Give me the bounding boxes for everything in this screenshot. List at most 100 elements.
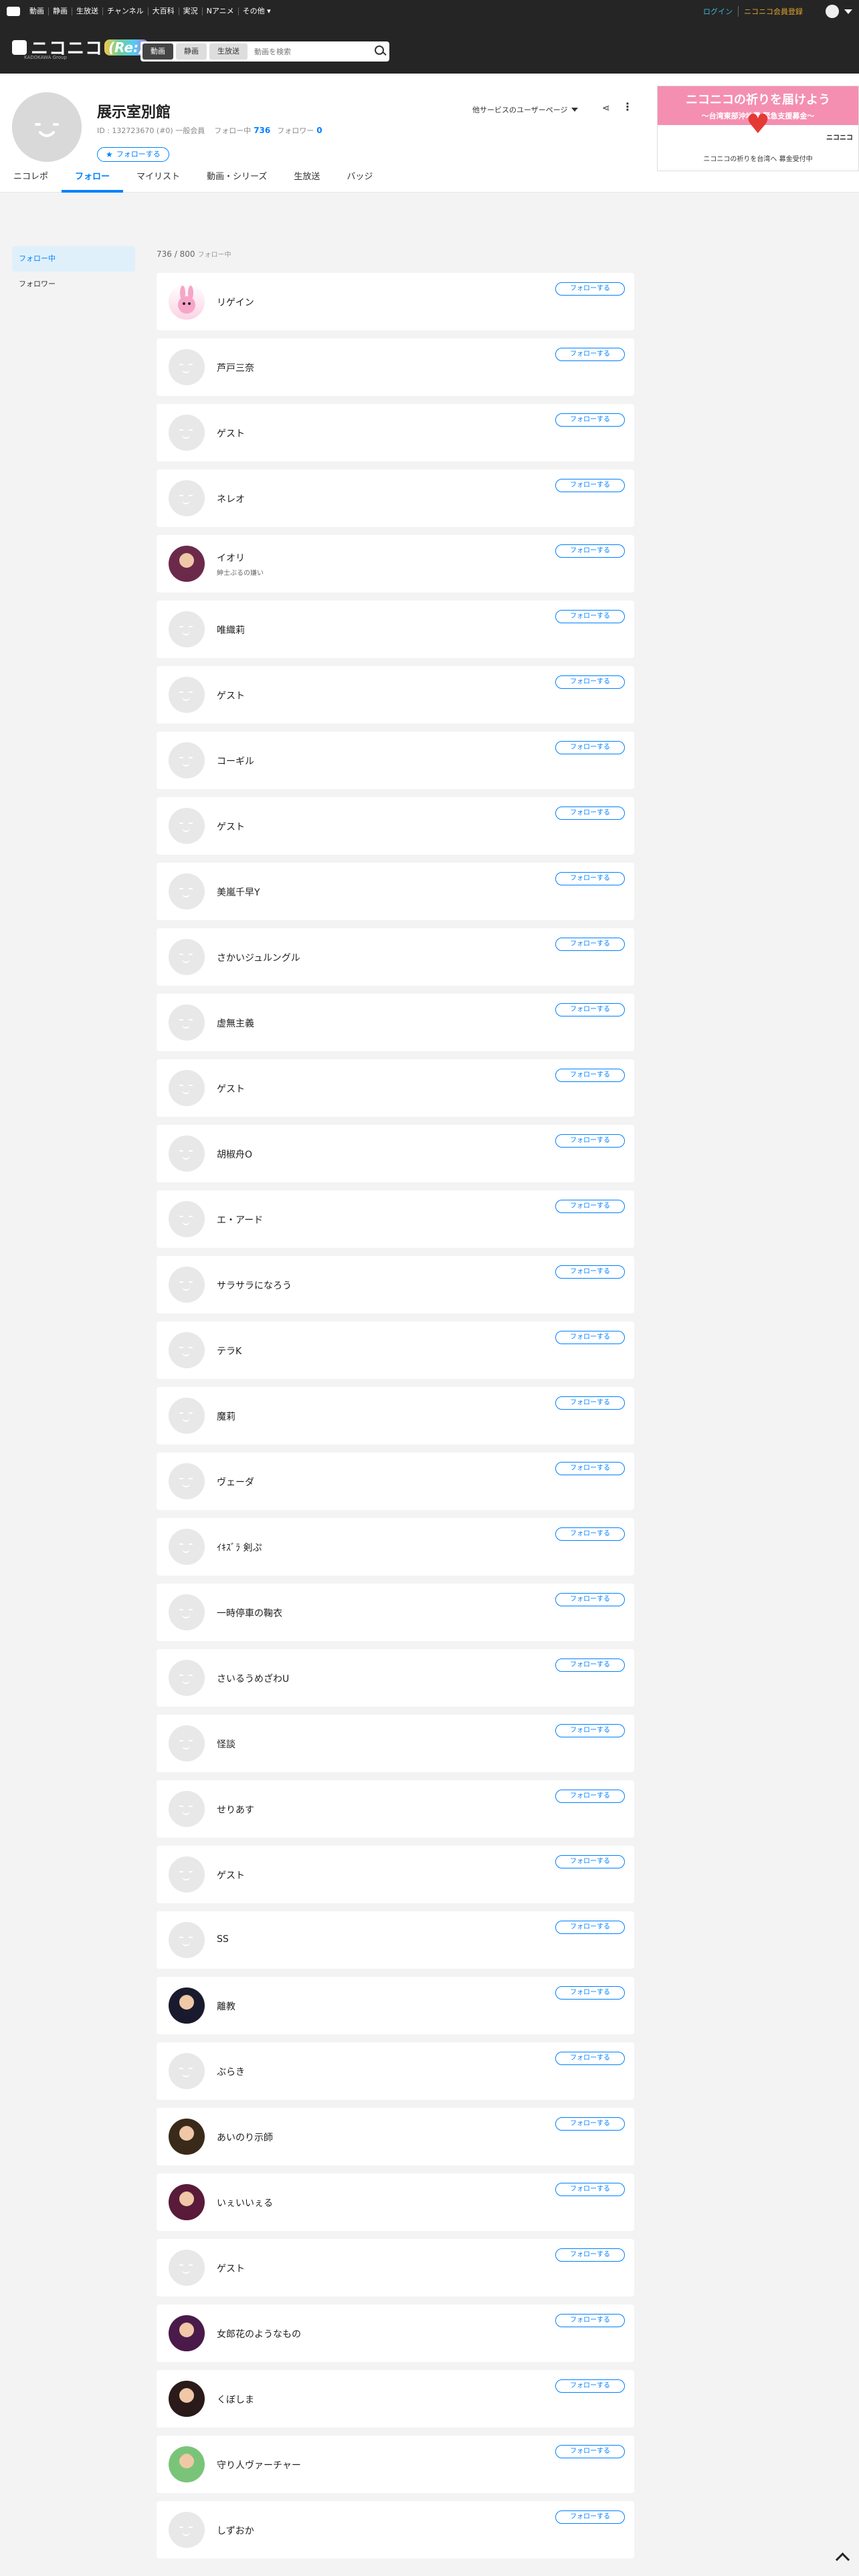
follow-button[interactable]: フォローする xyxy=(555,2248,625,2262)
follow-button[interactable]: フォローする xyxy=(555,2183,625,2196)
list-item[interactable]: 虚無主義 フォローする xyxy=(157,994,634,1051)
list-item[interactable]: あいのり示師 フォローする xyxy=(157,2108,634,2165)
user-name-link[interactable]: 唯織莉 xyxy=(217,623,245,637)
user-name-link[interactable]: ネレオ xyxy=(217,492,245,506)
following-label[interactable]: フォロー中 xyxy=(214,125,251,136)
tab-videos-series[interactable]: 動画・シリーズ xyxy=(193,169,280,193)
search-tab-live[interactable]: 生放送 xyxy=(209,43,248,60)
list-item[interactable]: ｲｷｽﾞﾗ 剣ぷ フォローする xyxy=(157,1518,634,1576)
user-name-link[interactable]: 離教 xyxy=(217,2000,235,2013)
user-avatar[interactable] xyxy=(169,611,205,647)
niconico-tv-icon[interactable] xyxy=(7,7,20,16)
topnav-item[interactable]: 動画 xyxy=(25,7,48,15)
list-item[interactable]: さかいジュルングル フォローする xyxy=(157,928,634,986)
topnav-item[interactable]: チャンネル xyxy=(102,7,148,15)
tab-follow[interactable]: フォロー xyxy=(62,169,124,193)
follow-button[interactable]: フォローする xyxy=(555,741,625,754)
follow-button[interactable]: フォローする xyxy=(555,1003,625,1016)
follow-button[interactable]: フォローする xyxy=(555,1527,625,1541)
list-item[interactable]: 魔莉 フォローする xyxy=(157,1387,634,1444)
user-avatar[interactable] xyxy=(169,742,205,778)
list-item[interactable]: ゲスト フォローする xyxy=(157,1059,634,1117)
user-name-link[interactable]: しずおか xyxy=(217,2524,254,2537)
user-avatar[interactable] xyxy=(169,480,205,516)
user-avatar[interactable] xyxy=(169,1988,205,2024)
search-tab-image[interactable]: 静画 xyxy=(176,43,207,60)
user-avatar[interactable] xyxy=(169,2119,205,2155)
user-name-link[interactable]: あいのり示師 xyxy=(217,2131,273,2144)
user-name-link[interactable]: イオリ xyxy=(217,551,245,564)
user-name-link[interactable]: いぇいいぇる xyxy=(217,2196,273,2210)
user-name-link[interactable]: 虚無主義 xyxy=(217,1016,254,1030)
user-name-link[interactable]: さかいジュルングル xyxy=(217,951,300,964)
list-item[interactable]: テラK フォローする xyxy=(157,1321,634,1379)
user-name-link[interactable]: 胡椒舟O xyxy=(217,1148,252,1161)
user-avatar[interactable] xyxy=(169,1136,205,1172)
user-avatar[interactable] xyxy=(169,677,205,713)
charity-banner[interactable]: ニコニコの祈りを届けよう 〜台湾東部沖地震 緊急支援募金〜 ♥ ニコニコ ニコニ… xyxy=(657,86,859,171)
follow-button[interactable]: フォローする xyxy=(555,2510,625,2524)
topnav-item[interactable]: 静画 xyxy=(48,7,72,15)
user-avatar[interactable] xyxy=(169,1922,205,1958)
topnav-item[interactable]: 大百科 xyxy=(147,7,179,15)
user-avatar[interactable] xyxy=(169,2446,205,2482)
list-item[interactable]: リゲイン フォローする xyxy=(157,273,634,330)
list-item[interactable]: ヴェーダ フォローする xyxy=(157,1453,634,1510)
scroll-to-top-icon[interactable] xyxy=(834,2549,851,2567)
list-item[interactable]: ゲスト フォローする xyxy=(157,666,634,724)
user-name-link[interactable]: リゲイン xyxy=(217,296,254,309)
user-avatar[interactable] xyxy=(169,1004,205,1041)
follow-button[interactable]: フォローする xyxy=(555,675,625,689)
sidebar-item-following[interactable]: フォロー中 xyxy=(12,246,135,272)
user-name-link[interactable]: ゲスト xyxy=(217,427,245,440)
follow-button[interactable]: フォローする xyxy=(555,282,625,296)
user-name-link[interactable]: 芦戸三奈 xyxy=(217,361,254,374)
follow-button[interactable]: フォローする xyxy=(555,1724,625,1737)
follow-button[interactable]: フォローする xyxy=(555,2379,625,2393)
follow-button[interactable]: フォローする xyxy=(555,1134,625,1148)
user-avatar[interactable] xyxy=(169,939,205,975)
other-services-dropdown[interactable]: 他サービスのユーザーページ xyxy=(472,104,578,115)
list-item[interactable]: イオリ 紳士ぶるの嫌い フォローする xyxy=(157,535,634,593)
list-item[interactable]: 美嵐千早Y フォローする xyxy=(157,863,634,920)
list-item[interactable]: エ・アード フォローする xyxy=(157,1190,634,1248)
list-item[interactable]: くぼしま フォローする xyxy=(157,2370,634,2428)
list-item[interactable]: 怪談 フォローする xyxy=(157,1715,634,1772)
profile-follow-button[interactable]: ★ フォローする xyxy=(97,147,169,162)
more-menu-icon[interactable]: ⋮ xyxy=(622,100,633,113)
user-name-link[interactable]: ゲスト xyxy=(217,820,245,833)
list-item[interactable]: ネレオ フォローする xyxy=(157,469,634,527)
follow-button[interactable]: フォローする xyxy=(555,872,625,885)
user-avatar[interactable] xyxy=(169,808,205,844)
follow-button[interactable]: フォローする xyxy=(555,544,625,558)
list-item[interactable]: 女郎花のようなもの フォローする xyxy=(157,2304,634,2362)
topnav-item[interactable]: その他 ▾ xyxy=(237,7,275,15)
follow-button[interactable]: フォローする xyxy=(555,1855,625,1868)
follow-button[interactable]: フォローする xyxy=(555,2445,625,2458)
user-avatar[interactable] xyxy=(169,1463,205,1499)
user-name-link[interactable]: サラサラになろう xyxy=(217,1279,292,1292)
user-avatar[interactable] xyxy=(169,1529,205,1565)
user-avatar[interactable] xyxy=(169,284,205,320)
user-name-link[interactable]: ゲスト xyxy=(217,1868,245,1882)
list-item[interactable]: いぇいいぇる フォローする xyxy=(157,2173,634,2231)
user-name-link[interactable]: ｲｷｽﾞﾗ 剣ぷ xyxy=(217,1541,262,1554)
list-item[interactable]: しずおか フォローする xyxy=(157,2501,634,2559)
user-name-link[interactable]: エ・アード xyxy=(217,1213,263,1226)
user-avatar[interactable] xyxy=(169,1725,205,1761)
follow-button[interactable]: フォローする xyxy=(555,1593,625,1606)
user-name-link[interactable]: SS xyxy=(217,1934,229,1945)
user-name-link[interactable]: ゲスト xyxy=(217,689,245,702)
user-avatar[interactable] xyxy=(169,415,205,451)
list-item[interactable]: サラサラになろう フォローする xyxy=(157,1256,634,1313)
tab-badge[interactable]: バッジ xyxy=(333,169,386,193)
list-item[interactable]: 胡椒舟O フォローする xyxy=(157,1125,634,1182)
user-avatar[interactable] xyxy=(169,2512,205,2548)
list-item[interactable]: ゲスト フォローする xyxy=(157,1846,634,1903)
user-avatar[interactable] xyxy=(169,1267,205,1303)
search-input[interactable] xyxy=(254,47,373,56)
user-name-link[interactable]: ゲスト xyxy=(217,2262,245,2275)
follow-button[interactable]: フォローする xyxy=(555,1331,625,1344)
follow-button[interactable]: フォローする xyxy=(555,1658,625,1672)
follow-button[interactable]: フォローする xyxy=(555,479,625,492)
